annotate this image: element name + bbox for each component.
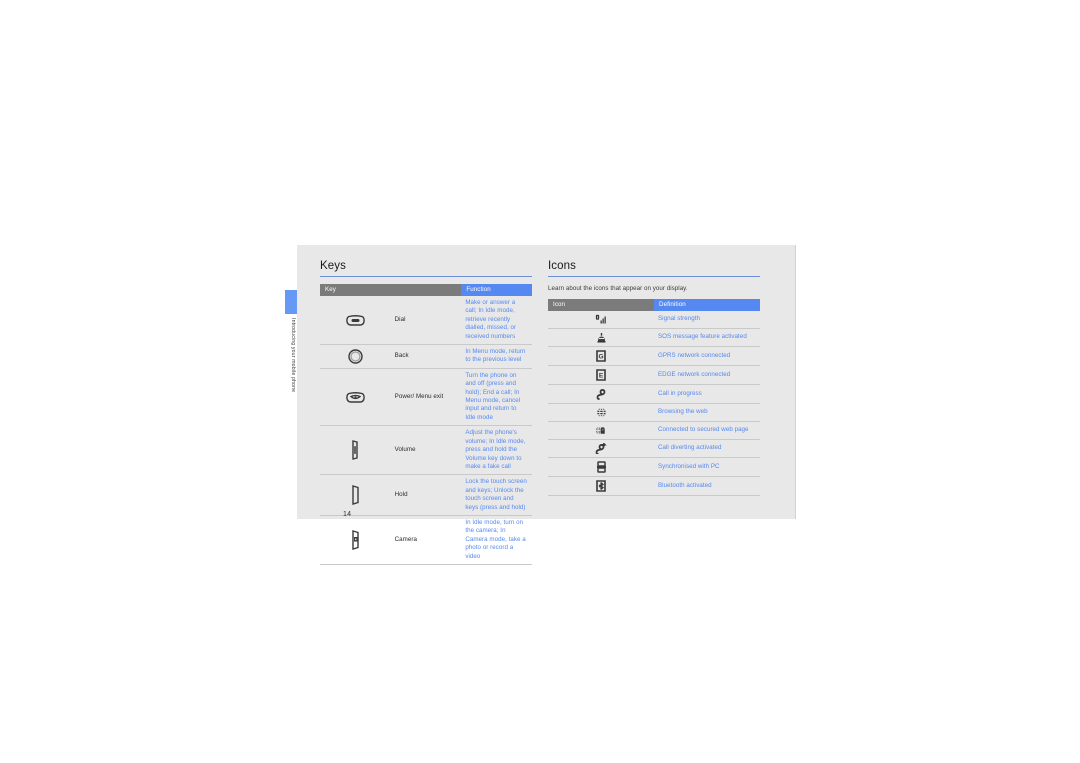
- table-row: Volume Adjust the phone's volume; In Idl…: [320, 425, 532, 476]
- icon-definition: Synchronised with PC: [654, 457, 760, 477]
- key-name: Power/ Menu exit: [390, 368, 462, 427]
- secured-web-page-icon-cell: [548, 421, 654, 440]
- icons-column: Icons Learn about the icons that appear …: [548, 260, 760, 496]
- table-row: Synchronised with PC: [548, 457, 760, 477]
- volume-key-icon: [351, 440, 359, 460]
- icon-definition: SOS message feature activated: [654, 328, 760, 347]
- keys-header-key: Key: [320, 284, 462, 296]
- table-row: G GPRS network connected: [548, 346, 760, 366]
- key-function: Lock the touch screen and keys; Unlock t…: [461, 474, 532, 516]
- keys-section-title: Keys: [320, 260, 346, 272]
- icon-definition: Connected to secured web page: [654, 421, 760, 440]
- sos-message-icon: [596, 332, 607, 343]
- edge-network-icon-cell: E: [548, 365, 654, 385]
- icon-definition: Browsing the web: [654, 403, 760, 422]
- signal-strength-icon-cell: [548, 311, 654, 329]
- call-in-progress-icon: [596, 388, 606, 400]
- keys-table-header-row: Key Function: [320, 284, 532, 296]
- table-row: Connected to secured web page: [548, 421, 760, 440]
- icons-title-rule: [548, 276, 760, 277]
- manual-page-screenshot: Introducing your mobile phone Keys Key F…: [0, 0, 1080, 763]
- table-row: Call in progress: [548, 384, 760, 404]
- camera-key-icon: [351, 530, 360, 550]
- power-menu-exit-key-icon-cell: [320, 368, 391, 427]
- icon-definition: GPRS network connected: [654, 346, 760, 366]
- key-function: Make or answer a call; In Idle mode, ret…: [461, 296, 532, 346]
- icon-definition: Signal strength: [654, 311, 760, 329]
- key-function: Turn the phone on and off (press and hol…: [461, 368, 532, 427]
- icons-header-definition: Definition: [654, 299, 760, 311]
- page-number: 14: [343, 511, 352, 518]
- call-in-progress-icon-cell: [548, 384, 654, 404]
- synchronised-pc-icon-cell: [548, 457, 654, 477]
- key-name: Back: [390, 344, 462, 369]
- table-row: Back In Menu mode, return to the previou…: [320, 344, 532, 369]
- synchronised-pc-icon: [596, 461, 606, 473]
- gprs-network-icon-cell: G: [548, 346, 654, 366]
- svg-text:G: G: [598, 354, 603, 361]
- icons-table-header-row: Icon Definition: [548, 299, 760, 311]
- keys-column: Keys Key Function Dial Make or answer a …: [320, 260, 532, 565]
- key-function: In Menu mode, return to the previous lev…: [461, 344, 532, 369]
- signal-strength-icon: [595, 314, 606, 324]
- icons-header-icon: Icon: [548, 299, 654, 311]
- table-row: SOS message feature activated: [548, 328, 760, 347]
- table-row: Call diverting activated: [548, 439, 760, 458]
- keys-header-function: Function: [461, 284, 532, 296]
- table-row: Dial Make or answer a call; In Idle mode…: [320, 296, 532, 346]
- key-function: In Idle mode, turn on the camera; In Cam…: [461, 515, 532, 565]
- key-function: Adjust the phone's volume; In Idle mode,…: [461, 425, 532, 476]
- dial-key-icon-cell: [320, 296, 391, 346]
- hold-key-icon-cell: [320, 474, 391, 516]
- table-row: Camera In Idle mode, turn on the camera;…: [320, 515, 532, 565]
- call-diverting-icon: [595, 443, 607, 454]
- table-row: Signal strength: [548, 311, 760, 329]
- browsing-web-icon-cell: [548, 403, 654, 422]
- key-name: Dial: [390, 296, 462, 346]
- icons-intro-text: Learn about the icons that appear on you…: [548, 285, 688, 292]
- table-row: Bluetooth activated: [548, 476, 760, 496]
- hold-key-icon: [351, 485, 360, 505]
- secured-web-page-icon: [595, 425, 605, 436]
- camera-key-icon-cell: [320, 515, 391, 565]
- icon-definition: Bluetooth activated: [654, 476, 760, 496]
- bluetooth-activated-icon: [596, 480, 606, 492]
- bluetooth-activated-icon-cell: [548, 476, 654, 496]
- call-diverting-icon-cell: [548, 439, 654, 458]
- sos-message-icon-cell: [548, 328, 654, 347]
- icon-definition: EDGE network connected: [654, 365, 760, 385]
- table-row: E EDGE network connected: [548, 365, 760, 385]
- svg-text:E: E: [599, 373, 604, 380]
- gprs-network-icon: G: [596, 350, 606, 362]
- power-menu-exit-key-icon: [346, 392, 365, 403]
- back-key-icon-cell: [320, 344, 391, 369]
- back-key-icon: [348, 349, 363, 364]
- volume-key-icon-cell: [320, 425, 391, 476]
- icon-definition: Call diverting activated: [654, 439, 760, 458]
- icon-definition: Call in progress: [654, 384, 760, 404]
- icons-table: Icon Definition Signal strength SOS mess…: [548, 299, 760, 496]
- page-sheet: Keys Key Function Dial Make or answer a …: [297, 245, 796, 565]
- edge-network-icon: E: [596, 369, 606, 381]
- icons-section-title: Icons: [548, 260, 576, 272]
- keys-title-rule: [320, 276, 532, 277]
- keys-table: Key Function Dial Make or answer a call;…: [320, 284, 532, 565]
- dial-key-icon: [346, 315, 365, 326]
- key-name: Volume: [390, 425, 462, 476]
- table-row: Power/ Menu exit Turn the phone on and o…: [320, 368, 532, 427]
- table-row: Hold Lock the touch screen and keys; Unl…: [320, 474, 532, 516]
- browsing-web-icon: [596, 407, 606, 418]
- key-name: Camera: [390, 515, 462, 565]
- key-name: Hold: [390, 474, 462, 516]
- table-row: Browsing the web: [548, 403, 760, 422]
